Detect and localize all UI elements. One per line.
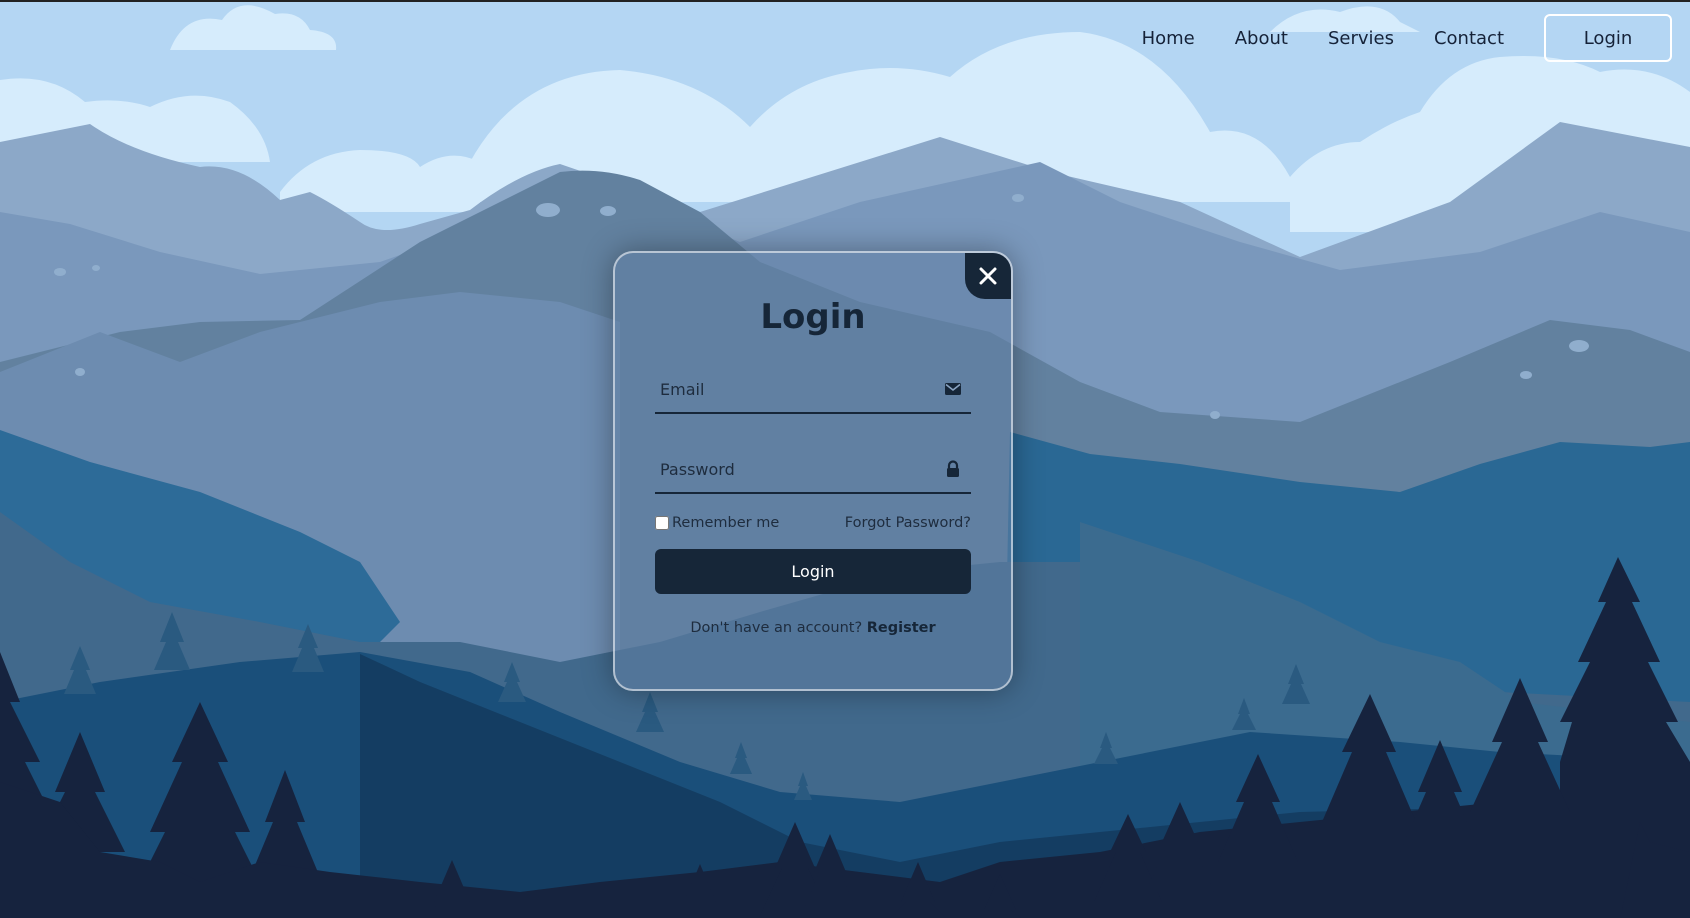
register-link[interactable]: Register xyxy=(867,620,936,636)
register-prompt: Don't have an account? xyxy=(690,620,867,636)
remember-me-checkbox[interactable] xyxy=(655,516,669,530)
nav-link-about[interactable]: About xyxy=(1235,28,1288,49)
login-page: Home About Servies Contact Login Login E… xyxy=(0,0,1690,918)
register-row: Don't have an account? Register xyxy=(615,620,1011,636)
modal-title: Login xyxy=(760,297,866,337)
nav-login-button[interactable]: Login xyxy=(1544,14,1672,62)
nav-link-services[interactable]: Servies xyxy=(1328,28,1394,49)
remember-me[interactable]: Remember me xyxy=(655,515,779,531)
close-button[interactable] xyxy=(965,253,1011,299)
mail-icon xyxy=(945,383,961,395)
forgot-password-link[interactable]: Forgot Password? xyxy=(845,515,971,531)
lock-icon xyxy=(947,460,959,477)
close-icon xyxy=(979,267,997,285)
nav-link-contact[interactable]: Contact xyxy=(1434,28,1504,49)
email-input[interactable] xyxy=(655,366,971,412)
email-field-wrapper xyxy=(655,366,971,414)
login-modal: Login Remember me Forgot Password? Login xyxy=(613,251,1013,691)
login-submit-button[interactable]: Login xyxy=(655,549,971,594)
password-input[interactable] xyxy=(655,446,971,492)
options-row: Remember me Forgot Password? xyxy=(655,515,971,531)
top-navigation: Home About Servies Contact Login xyxy=(1142,14,1672,62)
password-field-wrapper xyxy=(655,446,971,494)
remember-me-label: Remember me xyxy=(672,515,780,531)
nav-link-home[interactable]: Home xyxy=(1142,28,1195,49)
